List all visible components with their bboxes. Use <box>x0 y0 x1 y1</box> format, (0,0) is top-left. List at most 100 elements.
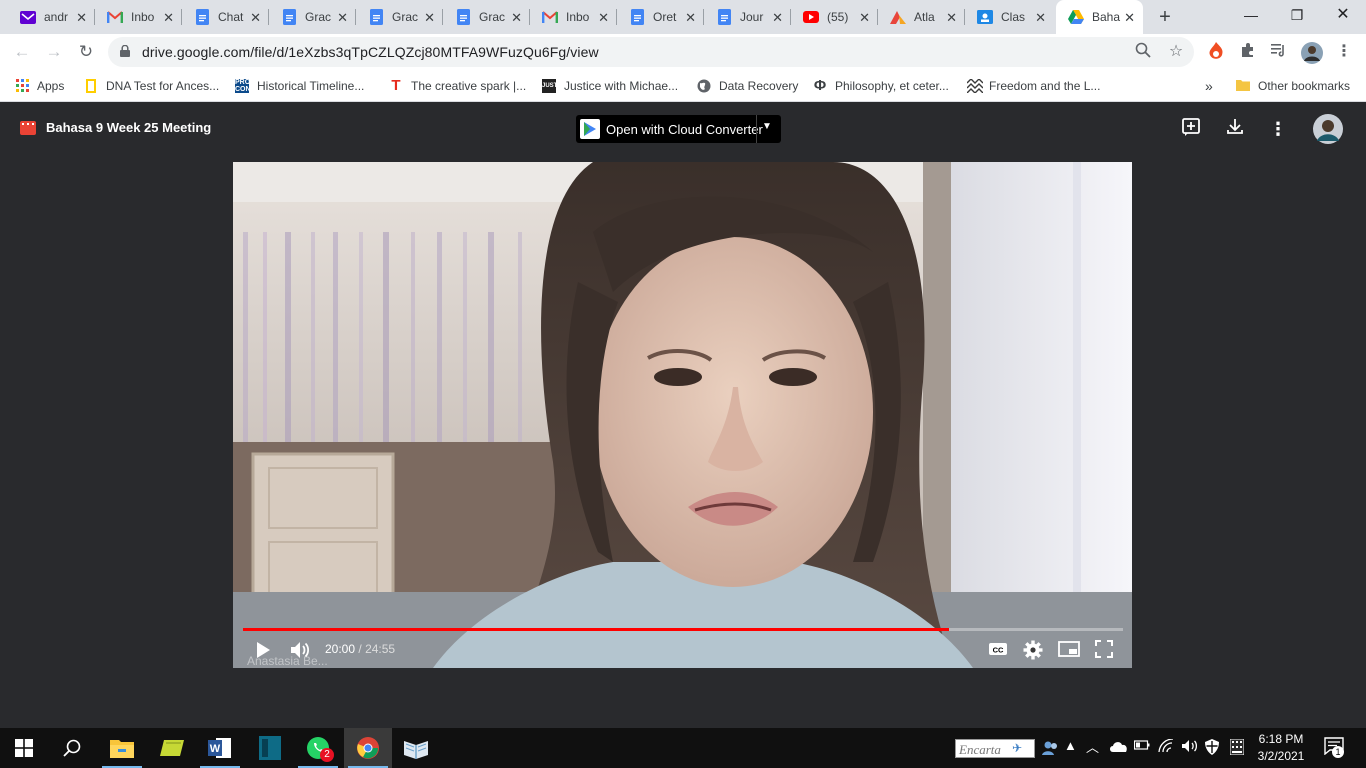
current-time: 20:00 <box>325 642 356 656</box>
tab-docs-grac-1[interactable]: Grac ✕ <box>269 0 356 34</box>
chrome-taskbar-icon[interactable] <box>344 728 392 768</box>
progress-bar[interactable] <box>243 628 1123 631</box>
start-button[interactable] <box>0 728 48 768</box>
settings-gear-icon[interactable] <box>1023 640 1043 665</box>
bookmark-justice[interactable]: JUST Justice with Michae... <box>542 77 678 95</box>
account-avatar[interactable] <box>1313 114 1343 144</box>
gmail-icon <box>107 9 123 25</box>
people-tray-icon[interactable] <box>1042 740 1060 759</box>
close-icon[interactable]: ✕ <box>250 10 261 26</box>
warning-icon[interactable]: ▲ <box>1064 738 1077 753</box>
tab-docs-chat[interactable]: Chat ✕ <box>182 0 269 34</box>
ted-icon: T <box>391 77 401 94</box>
add-to-drive-icon[interactable] <box>1179 117 1203 141</box>
restore-button[interactable]: ❐ <box>1274 0 1320 30</box>
close-icon[interactable]: ✕ <box>76 10 87 26</box>
new-tab-button[interactable]: + <box>1152 4 1178 30</box>
close-icon[interactable]: ✕ <box>1035 10 1046 26</box>
tab-youtube[interactable]: (55) ✕ <box>791 0 878 34</box>
tab-title: Inbo <box>566 10 590 24</box>
profile-avatar[interactable] <box>1301 42 1323 64</box>
bookmark-philosophy[interactable]: Φ Philosophy, et ceter... <box>813 77 949 95</box>
play-button[interactable] <box>255 640 271 665</box>
tab-title: Baha <box>1092 10 1121 24</box>
tab-docs-jour[interactable]: Jour ✕ <box>704 0 791 34</box>
time-separator: / <box>358 642 362 656</box>
media-control-icon[interactable] <box>1269 42 1289 62</box>
tab-docs-oret[interactable]: Oret ✕ <box>617 0 704 34</box>
encarta-go-icon[interactable]: ✈ <box>1012 741 1022 755</box>
honey-extension-icon[interactable] <box>1206 42 1226 62</box>
tab-classroom[interactable]: Clas ✕ <box>965 0 1054 34</box>
more-options-icon[interactable]: ⋮ <box>1266 117 1290 141</box>
preview-header: Bahasa 9 Week 25 Meeting Open with Cloud… <box>0 103 1366 155</box>
bookmark-historical-timeline[interactable]: PRO CON Historical Timeline... <box>235 77 364 95</box>
bookmark-creative-spark[interactable]: T The creative spark |... <box>389 77 526 95</box>
tab-docs-grac-3[interactable]: Grac ✕ <box>443 0 530 34</box>
tab-title: Inbo <box>131 10 155 24</box>
close-icon[interactable]: ✕ <box>598 10 609 26</box>
close-icon[interactable]: ✕ <box>946 10 957 26</box>
action-center-icon[interactable]: 1 <box>1324 737 1344 758</box>
show-hidden-icons-chevron[interactable]: ︿ <box>1086 737 1099 756</box>
video-player[interactable]: Anastasia Be... 20:00 / 24:55 CC <box>233 162 1132 668</box>
bookmarks-overflow-button[interactable]: » <box>1205 77 1213 95</box>
address-bar[interactable]: drive.google.com/file/d/1eXzbs3qTpCZLQZc… <box>108 37 1194 67</box>
bookmark-other-folder[interactable]: Other bookmarks <box>1236 77 1350 95</box>
tab-google-drive[interactable]: Baha ✕ <box>1056 0 1143 34</box>
close-window-button[interactable]: ✕ <box>1320 0 1366 30</box>
close-icon[interactable]: ✕ <box>685 10 696 26</box>
app-teal-icon[interactable] <box>246 728 294 768</box>
miniplayer-icon[interactable] <box>1058 640 1080 663</box>
search-icon[interactable] <box>48 728 96 768</box>
captions-icon[interactable]: CC <box>988 640 1008 663</box>
dropdown-arrow-icon[interactable]: ▼ <box>762 121 772 132</box>
volume-tray-icon[interactable] <box>1181 739 1199 756</box>
close-icon[interactable]: ✕ <box>511 10 522 26</box>
yahoo-mail-icon <box>20 9 36 25</box>
tab-gmail-inbox[interactable]: Inbo ✕ <box>95 0 182 34</box>
minimize-button[interactable]: — <box>1228 0 1274 30</box>
onedrive-cloud-icon[interactable] <box>1109 739 1129 756</box>
back-button[interactable]: ← <box>10 40 34 64</box>
chrome-menu-icon[interactable]: ⋮ <box>1334 42 1354 62</box>
battery-icon[interactable] <box>1133 739 1150 754</box>
bookmark-label: Philosophy, et ceter... <box>835 79 949 93</box>
security-shield-icon[interactable] <box>1205 739 1219 758</box>
close-icon[interactable]: ✕ <box>859 10 870 26</box>
open-with-button[interactable]: Open with Cloud Converter ▼ <box>576 115 781 143</box>
whatsapp-icon[interactable]: 2 <box>294 728 342 768</box>
tab-docs-grac-2[interactable]: Grac ✕ <box>356 0 443 34</box>
bookmark-dna-test[interactable]: DNA Test for Ances... <box>84 77 219 95</box>
tab-atlas[interactable]: Atla ✕ <box>878 0 965 34</box>
volume-icon[interactable] <box>289 640 311 665</box>
download-icon[interactable] <box>1223 117 1247 141</box>
close-icon[interactable]: ✕ <box>424 10 435 26</box>
bookmark-label: Apps <box>37 79 65 93</box>
extensions-puzzle-icon[interactable] <box>1238 42 1258 62</box>
reader-app-icon[interactable] <box>392 728 440 768</box>
zoom-icon[interactable] <box>1133 42 1153 62</box>
tab-gmail-inbox-2[interactable]: Inbo ✕ <box>530 0 617 34</box>
close-icon[interactable]: ✕ <box>337 10 348 26</box>
tab-yahoo-mail[interactable]: andr ✕ <box>8 0 95 34</box>
keyboard-layout-icon[interactable] <box>1229 738 1245 758</box>
sticky-notes-icon[interactable] <box>148 728 196 768</box>
fullscreen-icon[interactable] <box>1095 640 1113 663</box>
bookmark-star-icon[interactable]: ☆ <box>1166 42 1186 62</box>
file-explorer-icon[interactable] <box>98 728 146 768</box>
system-clock[interactable]: 6:18 PM 3/2/2021 <box>1248 731 1314 765</box>
forward-button[interactable]: → <box>42 40 66 64</box>
reload-button[interactable]: ↻ <box>74 40 98 64</box>
word-icon[interactable]: W <box>196 728 244 768</box>
justice-icon: JUST <box>542 79 557 93</box>
close-icon[interactable]: ✕ <box>163 10 174 26</box>
bookmark-freedom[interactable]: Freedom and the L... <box>966 77 1100 95</box>
close-icon[interactable]: ✕ <box>772 10 783 26</box>
encarta-search-box[interactable]: Encarta ✈ <box>955 739 1035 758</box>
atlas-icon <box>890 9 906 25</box>
bookmark-data-recovery[interactable]: Data Recovery <box>697 77 798 95</box>
bookmark-apps[interactable]: Apps <box>15 77 64 95</box>
wifi-icon[interactable] <box>1158 738 1174 756</box>
close-icon[interactable]: ✕ <box>1124 10 1135 26</box>
